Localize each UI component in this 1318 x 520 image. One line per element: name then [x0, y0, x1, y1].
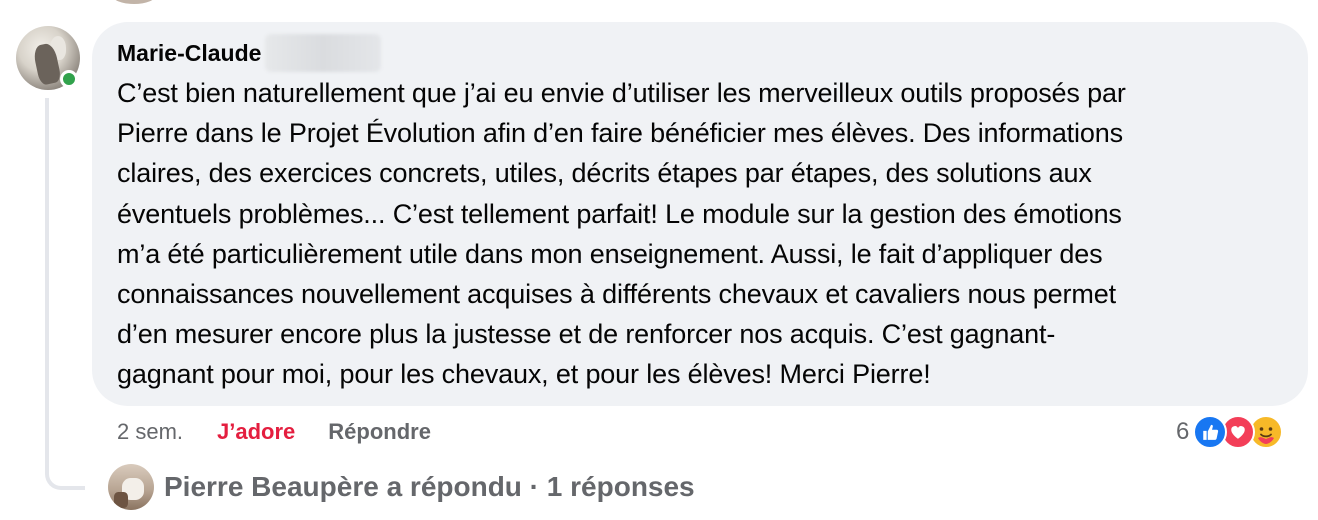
replier-avatar-person-shape	[114, 492, 128, 508]
online-status-indicator	[60, 70, 78, 88]
comment-author-row: Marie-Claude	[117, 34, 1284, 72]
reply-button[interactable]: Répondre	[328, 419, 431, 445]
comment-actions: 2 sem. J’adore Répondre	[117, 414, 431, 450]
thread-connector-line	[45, 98, 85, 490]
like-icon	[1193, 415, 1228, 449]
comment-timestamp[interactable]: 2 sem.	[117, 419, 183, 445]
comment-text: C’est bien naturellement que j’ai eu env…	[117, 78, 1126, 390]
replier-avatar	[108, 464, 154, 510]
previous-comment-avatar	[112, 0, 156, 4]
comment-bubble: Marie-Claude C’est bien naturellement qu…	[92, 22, 1308, 406]
love-reaction-button[interactable]: J’adore	[217, 419, 295, 445]
comment-author-name[interactable]: Marie-Claude	[117, 40, 261, 67]
reactions-summary[interactable]: 6	[1176, 412, 1284, 452]
comment-thread: Marie-Claude C’est bien naturellement qu…	[0, 0, 1318, 520]
redacted-surname	[265, 34, 382, 72]
replies-summary-text: Pierre Beaupère a répondu · 1 réponses	[164, 471, 695, 502]
view-replies-link[interactable]: Pierre Beaupère a répondu · 1 réponses	[108, 464, 695, 510]
reaction-count: 6	[1176, 418, 1190, 445]
